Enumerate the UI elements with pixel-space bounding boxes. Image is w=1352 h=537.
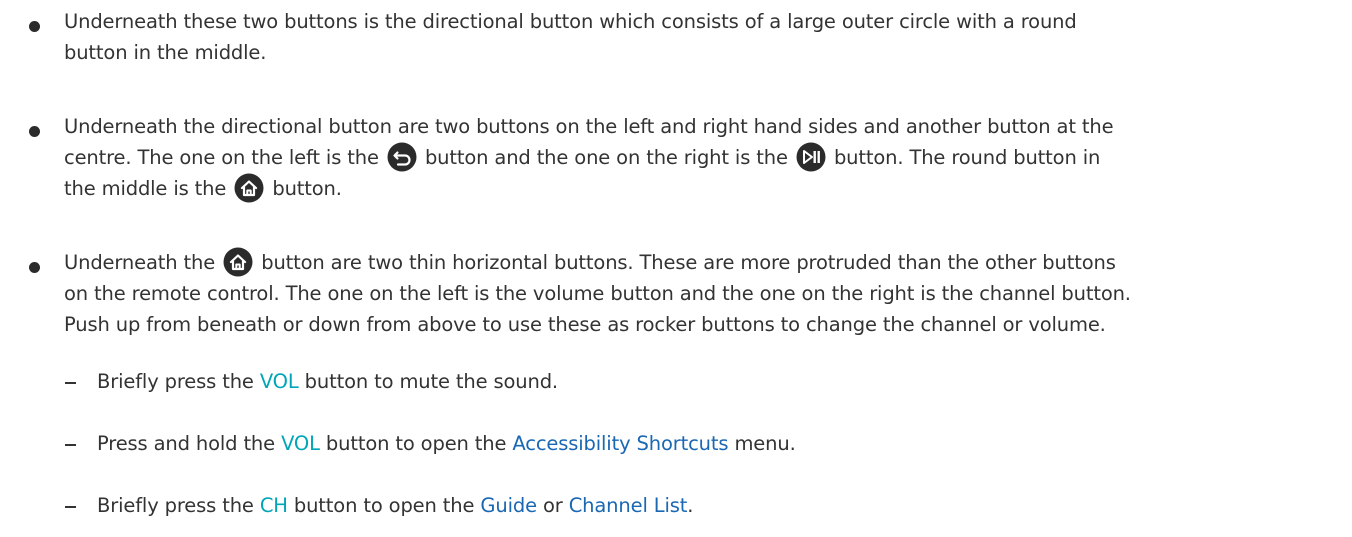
home-icon <box>234 173 264 203</box>
text-line: Underneath the button are two thin horiz… <box>64 247 1329 278</box>
menu-name-accessibility-shortcuts: Accessibility Shortcuts <box>512 432 729 455</box>
text-fragment: Briefly press the <box>97 370 254 393</box>
text-line: centre. The one on the left is the butto… <box>64 142 1329 173</box>
text-fragment: centre. The one on the left is the <box>64 146 379 169</box>
text-line: Underneath these two buttons is the dire… <box>64 10 1077 33</box>
dash-marker <box>65 382 76 384</box>
menu-name-guide: Guide <box>480 494 537 517</box>
key-name-ch: CH <box>259 494 288 517</box>
text-line: button in the middle. <box>64 41 267 64</box>
home-icon <box>223 247 253 277</box>
text-fragment: button to mute the sound. <box>304 370 558 393</box>
text-fragment: the middle is the <box>64 177 227 200</box>
text-fragment: or <box>542 494 563 517</box>
bullet-text: Underneath the directional button are tw… <box>64 111 1329 204</box>
text-fragment: Briefly press the <box>97 494 254 517</box>
sub-text: Briefly press the VOL button to mute the… <box>97 366 558 397</box>
text-fragment: Underneath the <box>64 251 216 274</box>
bullet-text: Underneath the button are two thin horiz… <box>64 247 1329 340</box>
bullet-dot <box>29 262 40 273</box>
text-fragment: button. The round button in <box>833 146 1101 169</box>
manual-page: Underneath these two buttons is the dire… <box>0 0 1352 537</box>
text-line: Underneath the directional button are tw… <box>64 115 1114 138</box>
text-fragment: Press and hold the <box>97 432 275 455</box>
text-line: Push up from beneath or down from above … <box>64 313 1106 336</box>
sub-item-ch: Briefly press the CH button to open the … <box>0 490 1352 521</box>
text-fragment: menu. <box>734 432 796 455</box>
play-pause-icon <box>796 142 826 172</box>
key-name-vol: VOL <box>259 370 299 393</box>
sub-item-vol-hold: Press and hold the VOL button to open th… <box>0 428 1352 459</box>
sub-item-vol-mute: Briefly press the VOL button to mute the… <box>0 366 1352 397</box>
menu-name-channel-list: Channel List <box>568 494 688 517</box>
text-fragment: button to open the <box>293 494 475 517</box>
return-icon <box>387 142 417 172</box>
text-fragment: . <box>687 494 694 517</box>
bullet-dot <box>29 126 40 137</box>
sub-text: Briefly press the CH button to open the … <box>97 490 693 521</box>
text-fragment: button are two thin horizontal buttons. … <box>261 251 1116 274</box>
bullet-dot <box>29 21 40 32</box>
text-line: the middle is the button. <box>64 173 1329 204</box>
text-fragment: button to open the <box>325 432 507 455</box>
text-fragment: button and the one on the right is the <box>424 146 788 169</box>
dash-marker <box>65 506 76 508</box>
text-line: on the remote control. The one on the le… <box>64 282 1131 305</box>
dash-marker <box>65 444 76 446</box>
text-fragment: button. <box>272 177 342 200</box>
bullet-text: Underneath these two buttons is the dire… <box>64 6 1329 68</box>
sub-text: Press and hold the VOL button to open th… <box>97 428 796 459</box>
key-name-vol: VOL <box>281 432 320 455</box>
